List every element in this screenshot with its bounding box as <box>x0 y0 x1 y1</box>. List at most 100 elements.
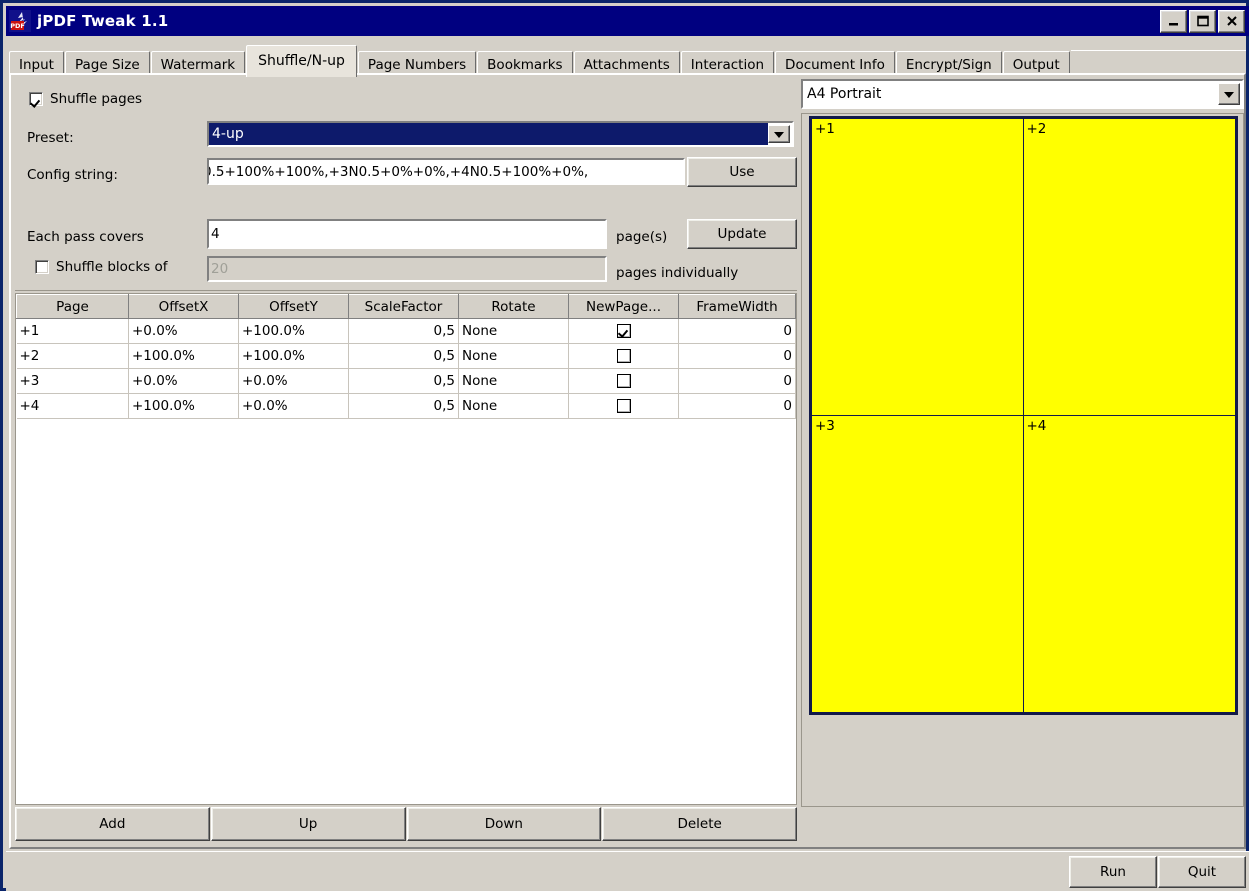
cell-page[interactable]: +3 <box>17 369 129 394</box>
column-header-newpage[interactable]: NewPage... <box>569 295 679 319</box>
update-button[interactable]: Update <box>687 219 797 249</box>
each-pass-covers-value: 4 <box>211 226 220 242</box>
page-size-selected-value: A4 Portrait <box>803 81 1218 107</box>
tab-label: Page Size <box>75 57 140 73</box>
tab-strip: Input Page Size Watermark Shuffle/N-up P… <box>9 41 1246 77</box>
table-header-row: Page OffsetX OffsetY ScaleFactor Rotate … <box>17 295 796 319</box>
add-button[interactable]: Add <box>15 807 210 841</box>
chevron-down-icon[interactable] <box>768 125 790 143</box>
tab-label: Encrypt/Sign <box>906 57 992 73</box>
tab-label: Output <box>1013 57 1060 73</box>
shuffle-pages-checkbox[interactable] <box>29 92 43 106</box>
cell-framewidth[interactable]: 0 <box>679 344 796 369</box>
cell-page[interactable]: +1 <box>17 319 129 344</box>
quit-button[interactable]: Quit <box>1158 856 1246 888</box>
preview-quadrant-2[interactable]: +2 <box>1024 119 1236 416</box>
add-button-label: Add <box>99 816 125 832</box>
cell-page[interactable]: +4 <box>17 394 129 419</box>
window-frame: PDF jPDF Tweak 1.1 Input Page Size Water… <box>0 0 1249 891</box>
cell-scalefactor[interactable]: 0,5 <box>349 344 459 369</box>
minimize-icon[interactable] <box>1160 10 1187 33</box>
window-title: jPDF Tweak 1.1 <box>37 12 168 30</box>
cell-offsety[interactable]: +100.0% <box>239 319 349 344</box>
use-button-label: Use <box>729 164 754 180</box>
cell-offsetx[interactable]: +0.0% <box>129 319 239 344</box>
each-pass-covers-input[interactable]: 4 <box>207 219 607 249</box>
page-preview[interactable]: +1 +2 +3 +4 <box>809 116 1238 715</box>
run-button[interactable]: Run <box>1069 856 1157 888</box>
maximize-icon[interactable] <box>1189 10 1216 33</box>
column-header-scalefactor[interactable]: ScaleFactor <box>349 295 459 319</box>
delete-button[interactable]: Delete <box>602 807 797 841</box>
up-button-label: Up <box>299 816 317 832</box>
shuffle-pages-row[interactable]: Shuffle pages <box>29 91 142 107</box>
up-button[interactable]: Up <box>211 807 406 841</box>
cell-rotate[interactable]: None <box>459 394 569 419</box>
cell-scalefactor[interactable]: 0,5 <box>349 394 459 419</box>
cell-framewidth[interactable]: 0 <box>679 369 796 394</box>
cell-newpage[interactable] <box>569 369 679 394</box>
cell-offsety[interactable]: +0.0% <box>239 394 349 419</box>
tab-label: Page Numbers <box>368 57 466 73</box>
preview-quadrant-3[interactable]: +3 <box>812 416 1024 713</box>
newpage-checkbox[interactable] <box>617 349 631 363</box>
cell-scalefactor[interactable]: 0,5 <box>349 319 459 344</box>
shuffle-blocks-checkbox[interactable] <box>35 260 49 274</box>
column-header-offsetx[interactable]: OffsetX <box>129 295 239 319</box>
table-row[interactable]: +1 +0.0% +100.0% 0,5 None 0 <box>17 319 796 344</box>
each-pass-covers-label: Each pass covers <box>27 229 144 245</box>
cell-rotate[interactable]: None <box>459 319 569 344</box>
newpage-checkbox[interactable] <box>617 374 631 388</box>
use-button[interactable]: Use <box>687 157 797 187</box>
cell-newpage[interactable] <box>569 344 679 369</box>
shuffle-blocks-value: 20 <box>211 261 228 277</box>
column-header-offsety[interactable]: OffsetY <box>239 295 349 319</box>
down-button[interactable]: Down <box>407 807 602 841</box>
newpage-checkbox[interactable] <box>617 399 631 413</box>
cell-framewidth[interactable]: 0 <box>679 319 796 344</box>
preview-quadrant-1[interactable]: +1 <box>812 119 1024 416</box>
pdf-app-icon: PDF <box>9 10 31 32</box>
cell-rotate[interactable]: None <box>459 369 569 394</box>
preset-selected-value: 4-up <box>209 123 768 145</box>
pages-individually-label: pages individually <box>616 265 738 281</box>
cell-page[interactable]: +2 <box>17 344 129 369</box>
shuffle-pages-label: Shuffle pages <box>50 91 142 107</box>
table-row[interactable]: +2 +100.0% +100.0% 0,5 None 0 <box>17 344 796 369</box>
cell-offsetx[interactable]: +100.0% <box>129 344 239 369</box>
chevron-down-icon[interactable] <box>1218 83 1240 105</box>
tab-shuffle-n-up[interactable]: Shuffle/N-up <box>246 45 357 77</box>
config-string-input[interactable]: 0.5+100%+100%,+3N0.5+0%+0%,+4N0.5+100%+0… <box>207 158 685 185</box>
newpage-checkbox[interactable] <box>617 324 631 338</box>
cell-offsetx[interactable]: +0.0% <box>129 369 239 394</box>
cell-rotate[interactable]: None <box>459 344 569 369</box>
cell-scalefactor[interactable]: 0,5 <box>349 369 459 394</box>
cell-newpage[interactable] <box>569 394 679 419</box>
shuffle-blocks-row[interactable]: Shuffle blocks of <box>35 259 168 275</box>
left-column: Shuffle pages Preset: 4-up Config string… <box>15 79 797 845</box>
footer-bar: Run Quit <box>6 851 1249 891</box>
cell-offsetx[interactable]: +100.0% <box>129 394 239 419</box>
window-controls <box>1160 10 1246 33</box>
config-string-value: 0.5+100%+100%,+3N0.5+0%+0%,+4N0.5+100%+0… <box>207 164 588 180</box>
shuffle-blocks-input[interactable]: 20 <box>207 256 607 282</box>
tab-label: Interaction <box>691 57 764 73</box>
shuffle-rules-table[interactable]: Page OffsetX OffsetY ScaleFactor Rotate … <box>15 293 797 805</box>
preview-quadrant-4[interactable]: +4 <box>1024 416 1236 713</box>
table-row[interactable]: +4 +100.0% +0.0% 0,5 None 0 <box>17 394 796 419</box>
config-string-label: Config string: <box>27 167 118 183</box>
cell-offsety[interactable]: +100.0% <box>239 344 349 369</box>
preset-label: Preset: <box>27 130 74 146</box>
page-size-dropdown[interactable]: A4 Portrait <box>801 79 1244 109</box>
cell-framewidth[interactable]: 0 <box>679 394 796 419</box>
preset-dropdown[interactable]: 4-up <box>207 121 794 147</box>
close-icon[interactable] <box>1218 10 1245 33</box>
quit-button-label: Quit <box>1188 864 1216 880</box>
cell-newpage[interactable] <box>569 319 679 344</box>
column-header-page[interactable]: Page <box>17 295 129 319</box>
shuffle-n-up-panel: Shuffle pages Preset: 4-up Config string… <box>9 73 1246 849</box>
column-header-framewidth[interactable]: FrameWidth <box>679 295 796 319</box>
cell-offsety[interactable]: +0.0% <box>239 369 349 394</box>
table-row[interactable]: +3 +0.0% +0.0% 0,5 None 0 <box>17 369 796 394</box>
column-header-rotate[interactable]: Rotate <box>459 295 569 319</box>
